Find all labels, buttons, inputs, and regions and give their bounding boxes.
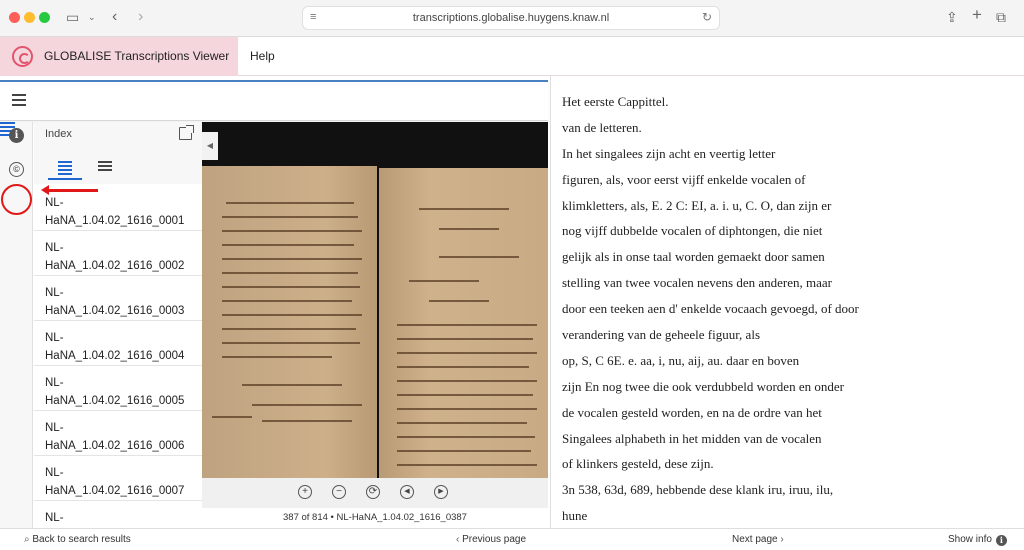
new-tab-icon[interactable]: + xyxy=(972,6,982,24)
menu-icon[interactable] xyxy=(12,94,26,106)
transcription-line[interactable]: hune xyxy=(562,503,1024,529)
info-icon[interactable]: i xyxy=(9,128,24,143)
minimize-window-button[interactable] xyxy=(24,12,35,23)
previous-page-button[interactable]: ‹ Previous page xyxy=(456,534,526,545)
transcription-line[interactable]: gelijk als in onse taal worden gemaekt d… xyxy=(562,244,1024,270)
list-item[interactable]: NL-HaNA_1.04.02_1616_0005 xyxy=(34,366,202,411)
image-viewer[interactable]: ◀ + − ⟳ ◀ ▶ 387 of 814 • NL-HaNA_1.04.02… xyxy=(202,122,548,528)
list-item[interactable]: NL- xyxy=(34,501,202,528)
annotation-circle xyxy=(1,184,32,215)
transcription-line[interactable]: Singalees alphabeth in het midden van de… xyxy=(562,426,1024,452)
open-external-icon[interactable] xyxy=(179,125,194,140)
icon-rail: i © xyxy=(0,122,33,528)
next-image-icon[interactable]: ▶ xyxy=(434,485,448,499)
back-icon[interactable]: ‹ xyxy=(112,8,117,26)
index-header: Index xyxy=(34,122,202,184)
show-info-button[interactable]: Show info i xyxy=(948,534,1007,546)
transcription-line[interactable]: de vocalen gesteld worden, en na de ordr… xyxy=(562,400,1024,426)
manuscript-right-page xyxy=(379,168,548,486)
transcription-line[interactable]: verandering van de geheele figuur, als xyxy=(562,322,1024,348)
annotation-arrow xyxy=(41,185,98,195)
collapse-panel-handle[interactable]: ◀ xyxy=(202,132,218,160)
transcription-line[interactable]: Het eerste Cappittel. xyxy=(562,89,1024,115)
back-to-search-label: Back to search results xyxy=(32,534,131,545)
search-icon: ⌕ xyxy=(24,534,30,545)
copyright-icon[interactable]: © xyxy=(9,162,24,177)
list-item[interactable]: NL-HaNA_1.04.02_1616_0007 xyxy=(34,456,202,501)
reload-icon[interactable]: ↻ xyxy=(702,10,712,24)
rotate-icon[interactable]: ⟳ xyxy=(366,485,380,499)
chevron-left-icon: ‹ xyxy=(456,534,460,545)
transcription-line[interactable]: nog vijff dubbelde vocalen of diphtongen… xyxy=(562,218,1024,244)
index-panel: Index NL-HaNA_1.04.02_1616_0001 NL-HaNA_… xyxy=(34,122,202,528)
list-view-tab[interactable] xyxy=(48,156,82,180)
index-title: Index xyxy=(45,128,72,140)
next-page-button[interactable]: Next page › xyxy=(732,534,784,545)
tabs-icon[interactable]: ⧉ xyxy=(996,8,1006,26)
thumbnail-view-tab[interactable] xyxy=(88,156,122,180)
zoom-out-icon[interactable]: − xyxy=(332,485,346,499)
transcription-line[interactable]: 3n 538, 63d, 689, hebbende dese klank ir… xyxy=(562,477,1024,503)
list-item[interactable]: NL-HaNA_1.04.02_1616_0003 xyxy=(34,276,202,321)
next-page-label: Next page xyxy=(732,534,778,545)
chevron-down-icon[interactable]: ⌄ xyxy=(88,8,96,26)
transcription-line[interactable]: In het singalees zijn acht en veertig le… xyxy=(562,141,1024,167)
list-item[interactable]: NL-HaNA_1.04.02_1616_0006 xyxy=(34,411,202,456)
transcription-line[interactable]: zijn En nog twee die ook verdubbeld word… xyxy=(562,374,1024,400)
url-text: transcriptions.globalise.huygens.knaw.nl xyxy=(412,12,610,24)
previous-page-label: Previous page xyxy=(462,534,527,545)
manuscript-image[interactable] xyxy=(202,160,548,486)
close-window-button[interactable] xyxy=(9,12,20,23)
index-list: NL-HaNA_1.04.02_1616_0001 NL-HaNA_1.04.0… xyxy=(34,186,202,528)
app-title: GLOBALISE Transcriptions Viewer xyxy=(44,49,230,63)
previous-image-icon[interactable]: ◀ xyxy=(400,485,414,499)
left-panel: i © Index NL-HaNA_1.04.02_1616_0001 NL-H… xyxy=(0,76,550,528)
list-item[interactable]: NL-HaNA_1.04.02_1616_0004 xyxy=(34,321,202,366)
zoom-in-icon[interactable]: + xyxy=(298,485,312,499)
globalise-logo-icon xyxy=(12,46,33,67)
panel-toolbar xyxy=(0,80,548,121)
app-header: GLOBALISE Transcriptions Viewer Help xyxy=(0,37,1024,76)
show-info-label: Show info xyxy=(948,534,992,545)
list-item[interactable]: NL-HaNA_1.04.02_1616_0001 xyxy=(34,186,202,231)
transcription-line[interactable]: stelling van twee vocalen nevens den and… xyxy=(562,270,1024,296)
list-view-icon xyxy=(58,161,72,177)
manuscript-left-page xyxy=(202,166,377,486)
sidebar-icon[interactable]: ▭ xyxy=(66,8,79,26)
transcription-line[interactable]: op, S, C 6E. e. aa, i, nu, aij, au. daar… xyxy=(562,348,1024,374)
transcription-panel: Het eerste Cappittel. van de letteren. I… xyxy=(550,76,1024,528)
forward-icon[interactable]: › xyxy=(138,8,143,26)
address-bar[interactable]: ≡ transcriptions.globalise.huygens.knaw.… xyxy=(302,6,720,30)
transcription-line[interactable]: figuren, als, voor eerst vijff enkelde v… xyxy=(562,167,1024,193)
chevron-right-icon: › xyxy=(780,534,784,545)
transcription-line[interactable]: of klinkers gesteld, dese zijn. xyxy=(562,451,1024,477)
transcription-line[interactable]: van de letteren. xyxy=(562,115,1024,141)
browser-toolbar: ▭ ⌄ ‹ › ≡ transcriptions.globalise.huyge… xyxy=(0,0,1024,37)
help-link[interactable]: Help xyxy=(250,49,275,63)
page-caption: 387 of 814 • NL-HaNA_1.04.02_1616_0387 xyxy=(202,508,548,528)
back-to-search-button[interactable]: ⌕ Back to search results xyxy=(24,534,131,545)
transcription-line[interactable]: klimkletters, als, E. 2 C: EI, a. i. u, … xyxy=(562,193,1024,219)
zoom-window-button[interactable] xyxy=(39,12,50,23)
share-icon[interactable]: ⇪ xyxy=(946,8,958,26)
list-item[interactable]: NL-HaNA_1.04.02_1616_0002 xyxy=(34,231,202,276)
viewer-controls: + − ⟳ ◀ ▶ xyxy=(202,478,548,508)
footer-navigation: ⌕ Back to search results ‹ Previous page… xyxy=(0,528,1024,550)
info-icon: i xyxy=(995,535,1007,546)
transcription-line[interactable]: door een teeken aen d' enkelde vocaach g… xyxy=(562,296,1024,322)
brand[interactable]: GLOBALISE Transcriptions Viewer xyxy=(0,37,238,76)
thumbnail-view-icon xyxy=(98,161,112,173)
